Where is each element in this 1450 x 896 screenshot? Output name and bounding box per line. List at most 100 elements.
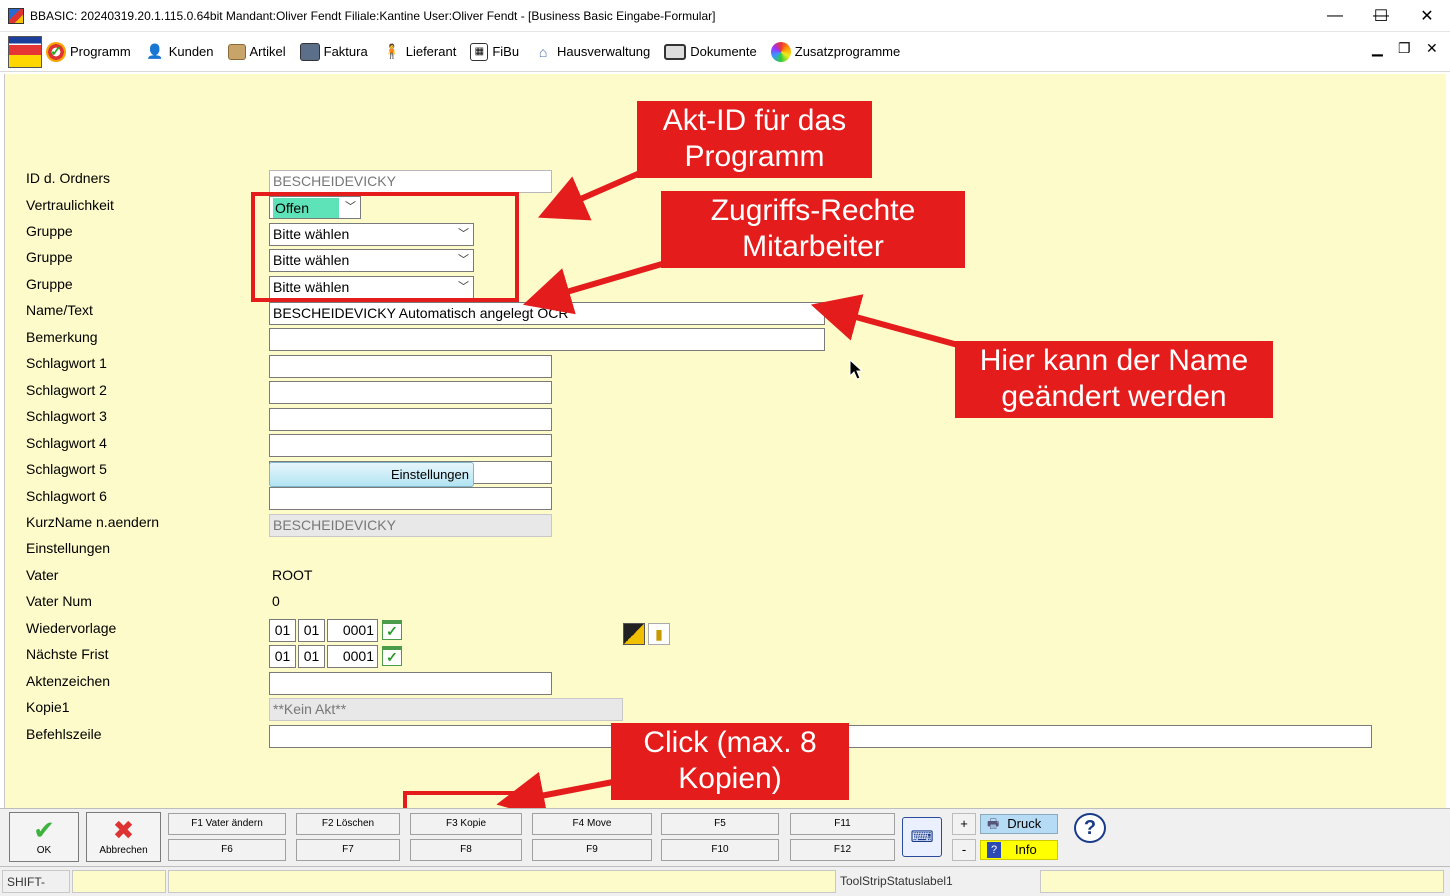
wiedervorlage-month-input[interactable]: 01	[298, 619, 325, 642]
f4-button[interactable]: F4 Move	[532, 813, 652, 835]
info-button[interactable]: ? Info	[980, 840, 1058, 860]
f6-button[interactable]: F6	[168, 839, 286, 861]
callout-zugriffsrechte: Zugriffs-Rechte Mitarbeiter	[661, 191, 965, 268]
f11-button[interactable]: F11	[790, 813, 895, 835]
label-kopie1: Kopie1	[26, 699, 70, 715]
menu-dokumente[interactable]: Dokumente	[664, 43, 757, 60]
vater-value: ROOT	[272, 567, 313, 583]
folder-select-icon[interactable]	[623, 623, 645, 645]
status-label-1: ToolStripStatuslabel1	[840, 874, 953, 888]
app-icon	[8, 7, 24, 24]
bemerkung-input[interactable]	[269, 328, 825, 351]
schlagwort-2-input[interactable]	[269, 381, 552, 404]
f2-button[interactable]: F2 Löschen	[296, 813, 400, 835]
f12-button[interactable]: F12	[790, 839, 895, 861]
calendar-check-icon[interactable]: ✓	[382, 646, 402, 666]
articles-icon	[227, 43, 246, 60]
window-close-button[interactable]: ✕	[1404, 0, 1450, 32]
mdi-minimize-button[interactable]: ▁	[1372, 40, 1383, 57]
label-gruppe-3: Gruppe	[26, 276, 73, 292]
menu-programm[interactable]: ✓ Programm	[46, 41, 131, 62]
menu-label: Dokumente	[690, 44, 757, 59]
menu-bar: ✓ Programm 👤 Kunden Artikel Faktura 🧍 Li…	[0, 32, 1450, 72]
f5-button[interactable]: F5	[661, 813, 779, 835]
status-empty-3	[1040, 870, 1444, 893]
callout-text: Hier kann der Name	[979, 344, 1249, 377]
f7-button[interactable]: F7	[296, 839, 400, 861]
menu-label: Artikel	[249, 44, 286, 59]
menu-label: Lieferant	[405, 44, 457, 59]
label-einstellungen: Einstellungen	[26, 540, 111, 556]
status-empty-2	[168, 870, 836, 893]
checkmark-icon: ✔	[33, 815, 55, 845]
vater-num-value: 0	[272, 593, 280, 609]
f1-button[interactable]: F1 Vater ändern	[168, 813, 286, 835]
frist-day-input[interactable]: 01	[269, 645, 296, 668]
aktenzeichen-input[interactable]	[269, 672, 552, 695]
frist-year-input[interactable]: 0001	[327, 645, 378, 668]
wiedervorlage-day-input[interactable]: 01	[269, 619, 296, 642]
id-ordner-field: BESCHEIDEVICKY	[269, 170, 552, 193]
druck-button[interactable]: 🖶 Druck	[980, 814, 1058, 834]
window-minimize-button[interactable]: —	[1312, 0, 1358, 32]
help-question-icon[interactable]: ?	[1074, 813, 1106, 843]
callout-name: Hier kann der Name geändert werden	[955, 341, 1273, 418]
f9-button[interactable]: F9	[532, 839, 652, 861]
kurzname-field: BESCHEIDEVICKY	[269, 514, 552, 537]
info-label: Info	[1015, 842, 1037, 857]
status-bar: SHIFT-Taste ToolStripStatuslabel1	[0, 866, 1450, 896]
label-kurzname: KurzName n.aendern	[26, 514, 160, 530]
schlagwort-4-input[interactable]	[269, 434, 552, 457]
label-gruppe-2: Gruppe	[26, 249, 73, 265]
property-icon: ⌂	[538, 43, 548, 60]
mdi-close-button[interactable]: ✕	[1426, 40, 1438, 57]
f3-kopie-button[interactable]: F3 Kopie	[410, 813, 522, 835]
callout-text: Programm	[684, 140, 825, 173]
status-empty-1	[72, 870, 166, 893]
schlagwort-1-input[interactable]	[269, 355, 552, 378]
program-icon: ✓	[46, 41, 66, 62]
label-schlagwort-6: Schlagwort 6	[26, 488, 107, 504]
frist-month-input[interactable]: 01	[298, 645, 325, 668]
label-schlagwort-5: Schlagwort 5	[26, 461, 107, 477]
callout-text: Mitarbeiter	[742, 230, 884, 263]
form-area	[4, 74, 1446, 808]
ok-label: OK	[36, 845, 52, 856]
open-door-icon[interactable]: ▮	[648, 623, 670, 645]
menu-label: FiBu	[492, 44, 520, 59]
menu-kunden[interactable]: 👤 Kunden	[145, 42, 214, 62]
callout-text: Akt-ID für das	[662, 104, 847, 137]
label-schlagwort-1: Schlagwort 1	[26, 355, 107, 371]
documents-icon	[664, 43, 687, 60]
menu-fibu[interactable]: ▦ FiBu	[470, 42, 520, 61]
name-text-input[interactable]: BESCHEIDEVICKY Automatisch angelegt OCR	[269, 302, 825, 325]
calendar-check-icon[interactable]: ✓	[382, 620, 402, 640]
ok-button[interactable]: ✔ OK	[9, 812, 79, 862]
abbrechen-label: Abbrechen	[99, 845, 148, 856]
wiedervorlage-year-input[interactable]: 0001	[327, 619, 378, 642]
supplier-icon: 🧍	[383, 43, 401, 59]
f10-button[interactable]: F10	[661, 839, 779, 861]
minus-button[interactable]: -	[952, 839, 976, 861]
menu-artikel[interactable]: Artikel	[227, 43, 286, 60]
label-vater-num: Vater Num	[26, 593, 92, 609]
menu-zusatzprogramme[interactable]: Zusatzprogramme	[770, 41, 900, 62]
keyboard-info-icon[interactable]: ⌨	[902, 817, 942, 857]
schlagwort-3-input[interactable]	[269, 408, 552, 431]
plus-button[interactable]: +	[952, 813, 976, 835]
window-maximize-button[interactable]: ☐	[1358, 0, 1404, 32]
label-bemerkung: Bemerkung	[26, 329, 98, 345]
kopie1-field: **Kein Akt**	[269, 698, 623, 721]
callout-text: Click (max. 8	[643, 726, 817, 759]
schlagwort-6-input[interactable]	[269, 487, 552, 510]
menu-hausverwaltung[interactable]: ⌂ Hausverwaltung	[533, 42, 650, 62]
menu-lieferant[interactable]: 🧍 Lieferant	[382, 42, 457, 62]
mdi-restore-button[interactable]: ❐	[1398, 40, 1411, 57]
f8-button[interactable]: F8	[410, 839, 522, 861]
menu-faktura[interactable]: Faktura	[299, 42, 368, 61]
abbrechen-button[interactable]: ✖ Abbrechen	[86, 812, 161, 862]
einstellungen-button[interactable]: Einstellungen	[269, 462, 474, 487]
app-logo[interactable]	[8, 35, 42, 68]
menu-label: Programm	[70, 44, 131, 59]
addons-icon	[770, 41, 791, 62]
